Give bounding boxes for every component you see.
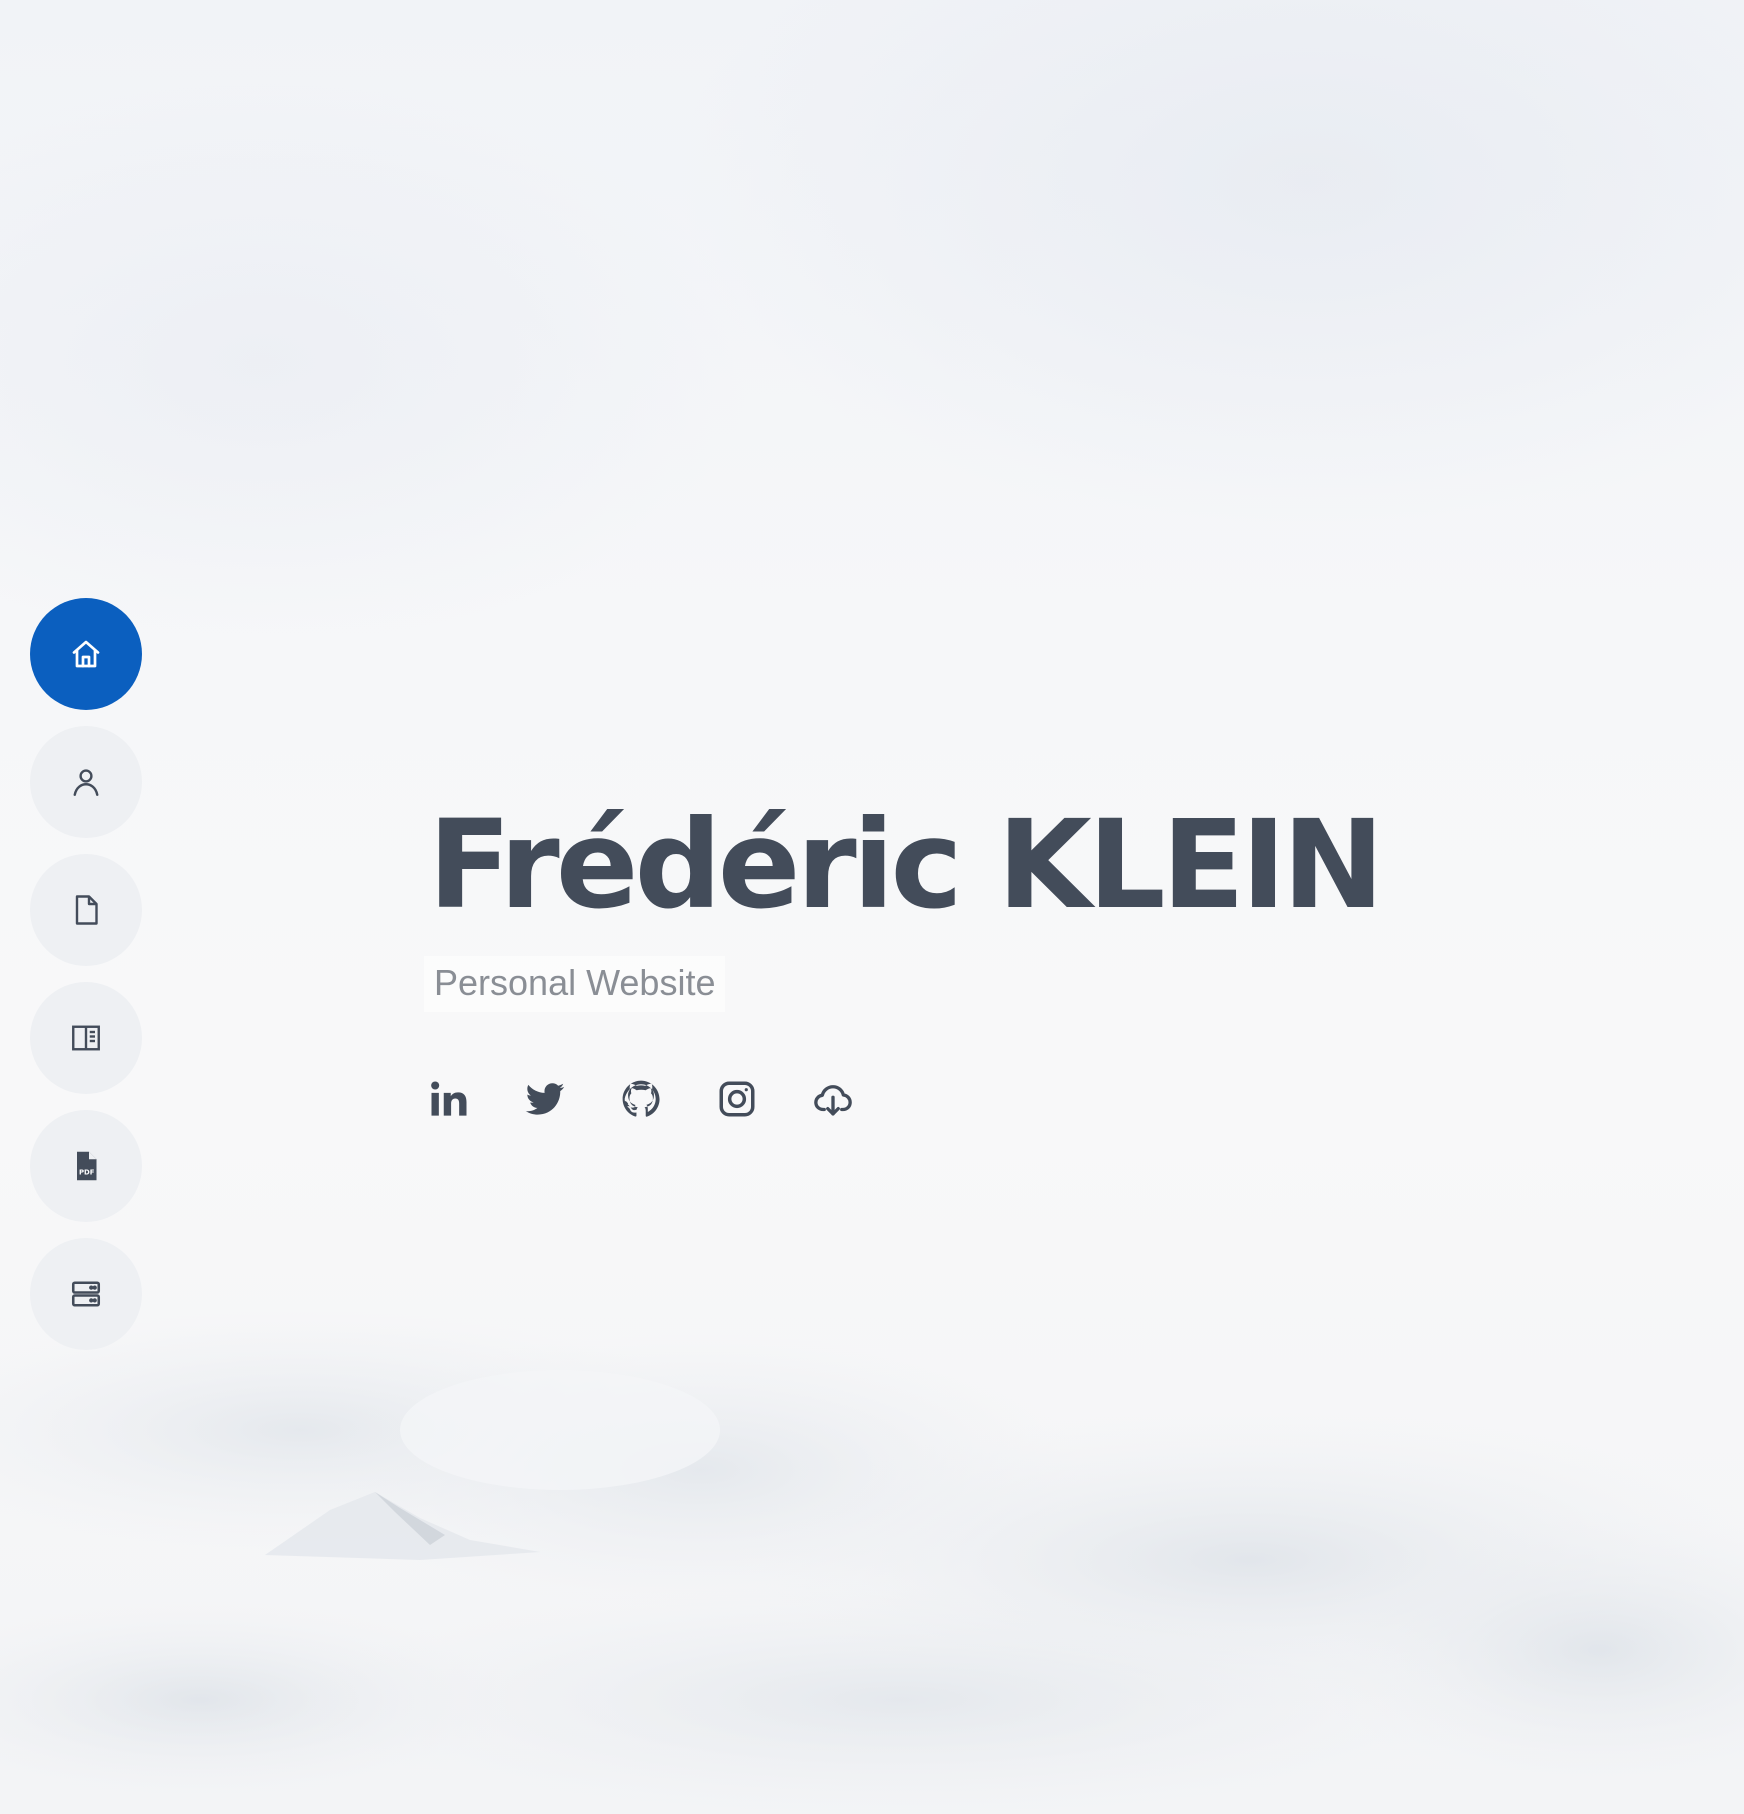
instagram-icon bbox=[719, 1081, 755, 1117]
server-icon bbox=[71, 1281, 101, 1307]
linkedin-icon bbox=[431, 1081, 467, 1116]
svg-text:PDF: PDF bbox=[79, 1168, 95, 1176]
social-links bbox=[428, 1078, 1380, 1120]
hero-section: Frédéric KLEIN Personal Website bbox=[424, 790, 1384, 1120]
home-icon bbox=[72, 640, 100, 668]
cloud-download-icon bbox=[814, 1085, 852, 1116]
sidebar-item-about[interactable] bbox=[30, 726, 142, 838]
document-icon bbox=[75, 895, 98, 925]
twitter-link[interactable] bbox=[524, 1078, 566, 1120]
sidebar-item-server[interactable] bbox=[30, 1238, 142, 1350]
pdf-file-icon: PDF bbox=[77, 1151, 97, 1181]
cloud-download-link[interactable] bbox=[812, 1078, 854, 1120]
github-icon bbox=[622, 1080, 660, 1117]
subtitle: Personal Website bbox=[434, 962, 716, 1003]
sidebar-item-home[interactable] bbox=[30, 598, 142, 710]
instagram-link[interactable] bbox=[716, 1078, 758, 1120]
linkedin-link[interactable] bbox=[428, 1078, 470, 1120]
sidebar-item-pdf[interactable]: PDF bbox=[30, 1110, 142, 1222]
book-panel-icon bbox=[72, 1025, 100, 1051]
page-title: Frédéric KLEIN bbox=[428, 794, 1384, 936]
sidebar-item-resume[interactable] bbox=[30, 854, 142, 966]
sidebar-item-portfolio[interactable] bbox=[30, 982, 142, 1094]
twitter-icon bbox=[525, 1083, 565, 1115]
sidebar-nav: PDF bbox=[30, 598, 142, 1366]
user-icon bbox=[73, 769, 99, 796]
github-link[interactable] bbox=[620, 1078, 662, 1120]
subtitle-box: Personal Website bbox=[424, 956, 726, 1012]
